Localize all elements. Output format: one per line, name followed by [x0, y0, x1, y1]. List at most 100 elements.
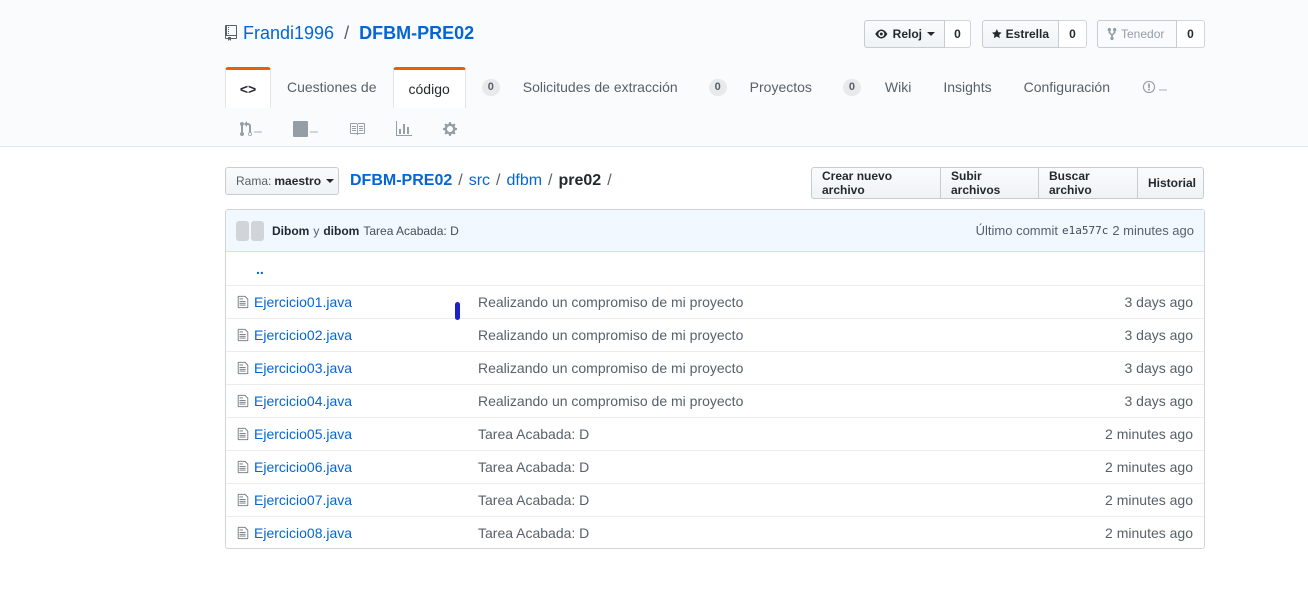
- file-age: 2 minutes ago: [1105, 492, 1193, 508]
- table-row: Ejercicio07.java Tarea Acabada: D 2 minute…: [226, 483, 1204, 516]
- tab-pulls-counter[interactable]: 0: [693, 67, 735, 107]
- tab-pulls-label: Solicitudes de extracción: [522, 79, 678, 95]
- file-icon: [226, 493, 254, 507]
- breadcrumb-dir-src[interactable]: src: [469, 172, 490, 190]
- file-commit-message-link[interactable]: Realizando un compromiso de mi proyecto: [478, 393, 743, 409]
- table-row: Ejercicio02.java Realizando un compromiso…: [226, 318, 1204, 351]
- tab-wiki[interactable]: Wiki: [869, 67, 927, 107]
- tab-projects[interactable]: Proyectos: [735, 67, 827, 107]
- projects-count: 0: [842, 78, 861, 96]
- nav-pull-request-icon-item[interactable]: [240, 121, 262, 137]
- star-button[interactable]: Estrella: [982, 20, 1059, 48]
- commit-conj: y: [313, 223, 320, 238]
- watch-label: Reloj: [892, 27, 922, 41]
- upload-files-button[interactable]: Subir archivos: [940, 167, 1039, 199]
- book-icon: [350, 123, 365, 135]
- breadcrumb-repo-link[interactable]: DFBM-PRE02: [350, 172, 452, 190]
- tab-projects-label: Proyectos: [749, 79, 812, 95]
- nav-wiki-icon-item[interactable]: [349, 121, 365, 137]
- file-list: Dibom y dibom Tarea Acabada: D Último co…: [225, 209, 1205, 549]
- file-link[interactable]: Ejercicio06.java: [254, 459, 352, 475]
- repo-name-link[interactable]: DFBM-PRE02: [359, 23, 474, 44]
- nav-settings-icon-item[interactable]: [443, 121, 457, 137]
- breadcrumb-separator: /: [496, 172, 501, 189]
- tab-settings[interactable]: Configuración: [1008, 67, 1126, 107]
- file-link[interactable]: Ejercicio03.java: [254, 360, 352, 376]
- commit-time: 2 minutes ago: [1112, 223, 1194, 238]
- watch-count[interactable]: 0: [945, 20, 971, 48]
- tab-wiki-label: Wiki: [884, 79, 912, 95]
- file-link[interactable]: Ejercicio08.java: [254, 525, 352, 541]
- file-icon: [226, 328, 254, 342]
- find-file-button[interactable]: Buscar archivo: [1038, 167, 1138, 199]
- create-new-file-button[interactable]: Crear nuevo archivo: [811, 167, 941, 199]
- up-directory-link[interactable]: ..: [256, 261, 264, 277]
- tab-code-icon[interactable]: <>: [225, 67, 271, 108]
- file-link[interactable]: Ejercicio07.java: [254, 492, 352, 508]
- tab-issues-counter[interactable]: 0: [466, 67, 508, 107]
- tab-pull-requests[interactable]: Solicitudes de extracción: [508, 67, 693, 107]
- latest-commit: Último commit e1a577c 2 minutes ago: [976, 223, 1194, 238]
- commit-coauthor-link[interactable]: dibom: [323, 224, 359, 238]
- chevron-down-icon: [326, 179, 335, 183]
- commit-message-link[interactable]: Tarea Acabada: D: [363, 224, 458, 238]
- code-icon: <>: [239, 81, 257, 97]
- fork-label: Tenedor: [1121, 27, 1165, 41]
- file-age: 2 minutes ago: [1105, 525, 1193, 541]
- avatar[interactable]: [236, 220, 266, 241]
- file-icon: [226, 526, 254, 540]
- file-commit-message-link[interactable]: Tarea Acabada: D: [478, 426, 589, 442]
- file-link[interactable]: Ejercicio05.java: [254, 426, 352, 442]
- pull-request-icon: [240, 121, 252, 136]
- breadcrumb-separator: /: [548, 172, 553, 189]
- file-age: 2 minutes ago: [1105, 426, 1193, 442]
- fork-icon: [1107, 27, 1117, 41]
- tab-code-label: código: [408, 81, 450, 97]
- branch-select-button[interactable]: Rama: maestro: [225, 167, 339, 195]
- file-commit-message-link[interactable]: Realizando un compromiso de mi proyecto: [478, 327, 743, 343]
- tab-issues[interactable]: Cuestiones de: [271, 67, 393, 107]
- commit-sha-link[interactable]: e1a577c: [1062, 224, 1108, 237]
- icon-badge-dash: [1158, 89, 1167, 91]
- file-age: 3 days ago: [1124, 294, 1194, 310]
- branch-prefix: Rama:: [236, 174, 272, 188]
- repo-nav: <> Cuestiones de código 0 Solicitudes de…: [225, 67, 1183, 108]
- tab-insights[interactable]: Insights: [927, 67, 1007, 107]
- file-link[interactable]: Ejercicio02.java: [254, 327, 352, 343]
- file-age: 3 days ago: [1124, 393, 1194, 409]
- table-row: Ejercicio03.java Realizando un compromiso…: [226, 351, 1204, 384]
- file-commit-message-link[interactable]: Realizando un compromiso de mi proyecto: [478, 360, 743, 376]
- file-link[interactable]: Ejercicio04.java: [254, 393, 352, 409]
- up-directory-row[interactable]: ..: [226, 252, 1204, 285]
- repo-owner-link[interactable]: Frandi1996: [243, 23, 334, 44]
- file-age: 2 minutes ago: [1105, 459, 1193, 475]
- star-count[interactable]: 0: [1059, 20, 1087, 48]
- icon-badge-dash: [254, 131, 262, 133]
- project-icon: [293, 121, 308, 137]
- eye-icon: [875, 29, 888, 39]
- watch-button[interactable]: Reloj: [864, 20, 945, 48]
- file-commit-message-link[interactable]: Tarea Acabada: D: [478, 459, 589, 475]
- tab-issues-icon[interactable]: [1126, 67, 1183, 107]
- tab-issues-label: Cuestiones de: [287, 79, 377, 95]
- commit-tease: Dibom y dibom Tarea Acabada: D Último co…: [226, 210, 1204, 252]
- fork-button[interactable]: Tenedor: [1097, 20, 1177, 48]
- file-icon: [226, 460, 254, 474]
- text-cursor-marker: [455, 302, 460, 320]
- table-row: Ejercicio08.java Tarea Acabada: D 2 minute…: [226, 516, 1204, 548]
- nav-projects-icon-item[interactable]: [293, 121, 318, 137]
- nav-insights-icon-item[interactable]: [396, 121, 412, 137]
- file-commit-message-link[interactable]: Realizando un compromiso de mi proyecto: [478, 294, 743, 310]
- history-button[interactable]: Historial: [1137, 167, 1204, 199]
- file-commit-message-link[interactable]: Tarea Acabada: D: [478, 525, 589, 541]
- commit-author-link[interactable]: Dibom: [272, 224, 309, 238]
- star-icon: [992, 29, 1002, 39]
- tab-code[interactable]: código: [392, 67, 466, 108]
- repo-nav-icons: [240, 120, 488, 138]
- breadcrumb-dir-dfbm[interactable]: dfbm: [506, 172, 542, 190]
- tab-projects-counter[interactable]: 0: [827, 67, 869, 107]
- issue-opened-icon: [1142, 80, 1156, 94]
- file-commit-message-link[interactable]: Tarea Acabada: D: [478, 492, 589, 508]
- fork-count[interactable]: 0: [1177, 20, 1205, 48]
- file-link[interactable]: Ejercicio01.java: [254, 294, 352, 310]
